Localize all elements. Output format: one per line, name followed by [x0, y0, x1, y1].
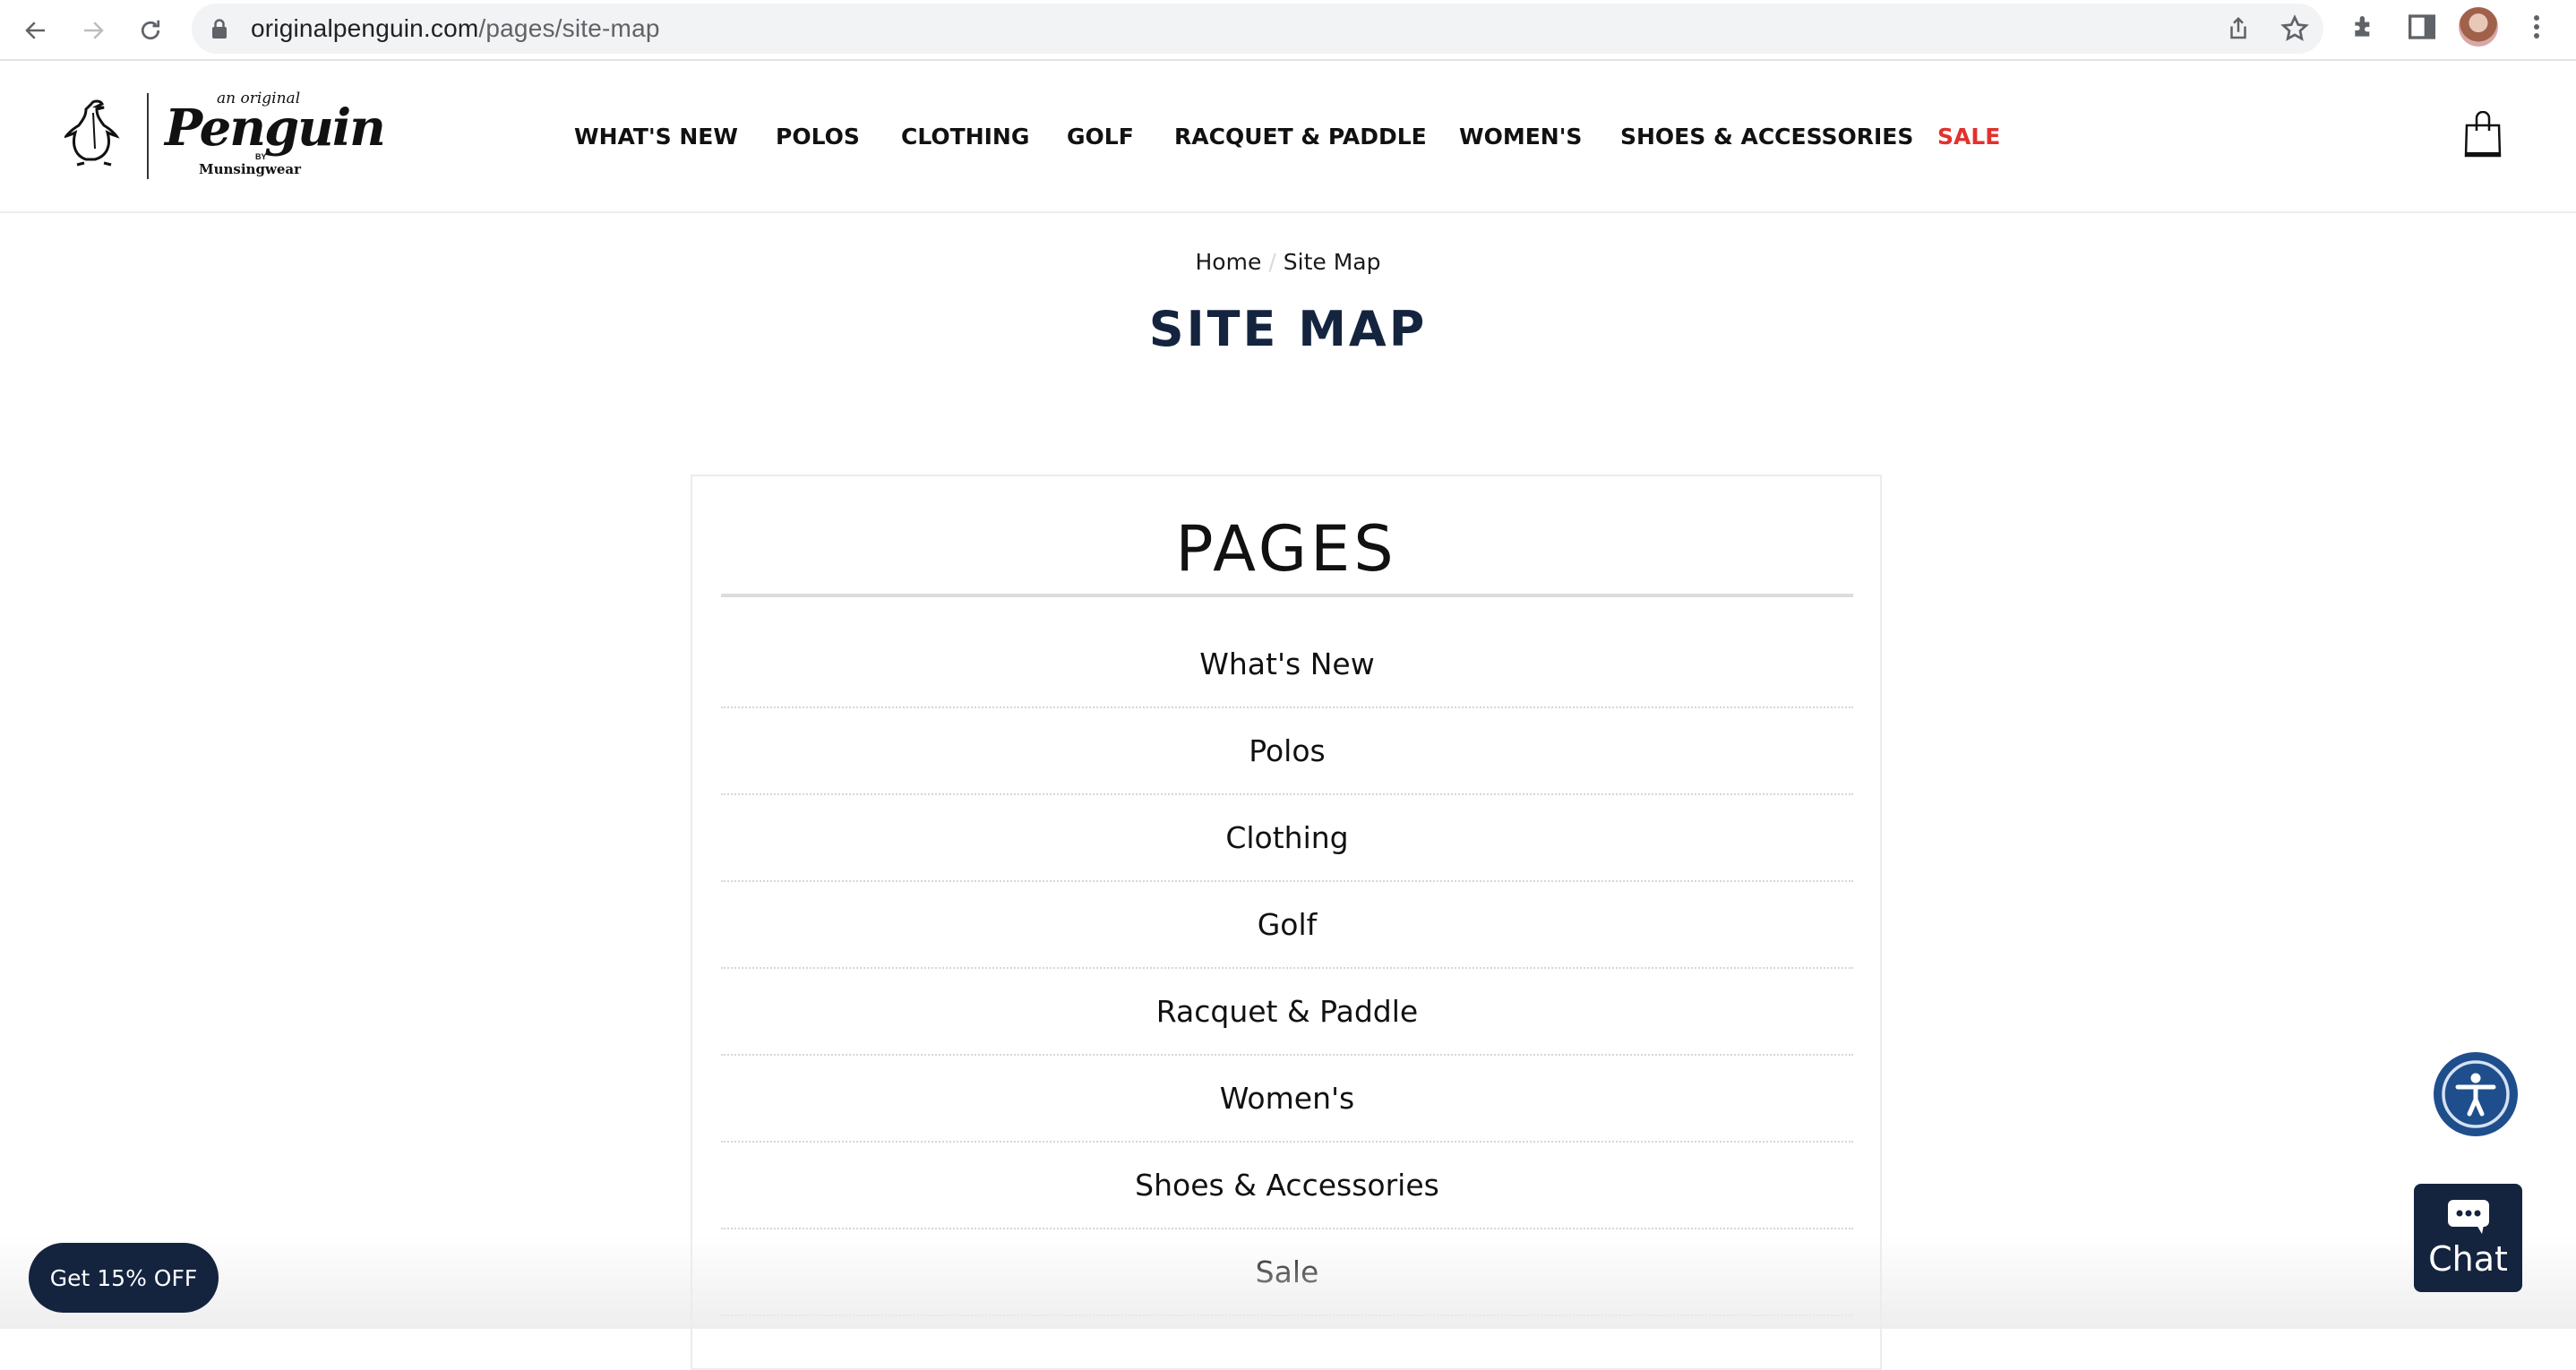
- nav-sale[interactable]: SALE: [1937, 124, 2000, 150]
- breadcrumb-current: Site Map: [1283, 249, 1381, 275]
- chat-bubble-icon: [2447, 1199, 2489, 1234]
- page-link-golf[interactable]: Golf: [1258, 907, 1318, 942]
- site-header: an original Penguin BY Munsingwear WHAT'…: [0, 63, 2576, 213]
- breadcrumb-separator: /: [1268, 249, 1276, 275]
- extensions-puzzle-icon[interactable]: [2350, 13, 2379, 41]
- page-link-sale[interactable]: Sale: [1256, 1254, 1319, 1289]
- profile-avatar[interactable]: [2459, 7, 2498, 47]
- list-item: Golf: [721, 882, 1853, 969]
- nav-golf[interactable]: GOLF: [1067, 124, 1134, 150]
- pages-heading: PAGES: [1175, 512, 1397, 586]
- nav-racquet-paddle[interactable]: RACQUET & PADDLE: [1174, 124, 1427, 150]
- arrow-right-icon: [84, 21, 104, 39]
- page-link-polos[interactable]: Polos: [1249, 733, 1325, 768]
- lock-icon: [212, 19, 227, 39]
- chat-button[interactable]: Chat: [2414, 1184, 2522, 1292]
- back-button[interactable]: [16, 11, 56, 50]
- page-link-shoes-accessories[interactable]: Shoes & Accessories: [1135, 1168, 1439, 1203]
- list-item: What's New: [721, 621, 1853, 708]
- page-link-clothing[interactable]: Clothing: [1225, 820, 1348, 855]
- pages-list: What's New Polos Clothing Golf Racquet &…: [721, 621, 1853, 1316]
- heading-divider: [721, 594, 1853, 597]
- reload-icon: [141, 20, 160, 40]
- nav-womens[interactable]: WOMEN'S: [1459, 124, 1582, 150]
- breadcrumb: Home / Site Map: [0, 249, 2576, 275]
- logo-maker: Munsingwear: [199, 161, 302, 177]
- browser-toolbar: originalpenguin.com/pages/site-map: [0, 0, 2576, 61]
- list-item: Shoes & Accessories: [721, 1143, 1853, 1229]
- arrow-left-icon: [25, 21, 45, 39]
- page-link-racquet-paddle[interactable]: Racquet & Paddle: [1156, 994, 1418, 1029]
- shopping-bag-icon[interactable]: [2463, 111, 2503, 158]
- bookmark-star-icon[interactable]: [2280, 14, 2309, 43]
- accessibility-icon: [2442, 1060, 2510, 1128]
- pages-card: PAGES What's New Polos Clothing Golf Rac…: [691, 475, 1882, 1370]
- side-panel-icon[interactable]: [2408, 13, 2436, 41]
- nav-whats-new[interactable]: WHAT'S NEW: [574, 124, 738, 150]
- nav-polos[interactable]: POLOS: [776, 124, 860, 150]
- url-text[interactable]: originalpenguin.com/pages/site-map: [251, 14, 660, 43]
- page-title: SITE MAP: [1148, 301, 1428, 357]
- breadcrumb-home[interactable]: Home: [1196, 249, 1262, 275]
- page-link-womens[interactable]: Women's: [1220, 1081, 1355, 1116]
- url-path: /pages/site-map: [478, 14, 660, 42]
- forward-button[interactable]: [73, 11, 113, 50]
- more-vertical-icon[interactable]: [2526, 13, 2547, 41]
- share-icon[interactable]: [2225, 14, 2252, 43]
- discount-promo-button[interactable]: Get 15% OFF: [29, 1243, 219, 1313]
- reload-button[interactable]: [131, 11, 170, 50]
- address-bar[interactable]: originalpenguin.com/pages/site-map: [192, 4, 2323, 54]
- main-nav: WHAT'S NEW POLOS CLOTHING GOLF RACQUET &…: [0, 124, 2576, 159]
- list-item: Racquet & Paddle: [721, 969, 1853, 1056]
- accessibility-button[interactable]: [2434, 1052, 2518, 1136]
- list-item: Women's: [721, 1056, 1853, 1143]
- chat-label: Chat: [2428, 1238, 2508, 1279]
- list-item: Polos: [721, 708, 1853, 795]
- page-link-whats-new[interactable]: What's New: [1199, 646, 1374, 681]
- list-item: Clothing: [721, 795, 1853, 882]
- nav-shoes-accessories[interactable]: SHOES & ACCESSORIES: [1620, 124, 1913, 150]
- list-item: Sale: [721, 1229, 1853, 1316]
- nav-clothing[interactable]: CLOTHING: [901, 124, 1029, 150]
- url-domain: originalpenguin.com: [251, 14, 479, 42]
